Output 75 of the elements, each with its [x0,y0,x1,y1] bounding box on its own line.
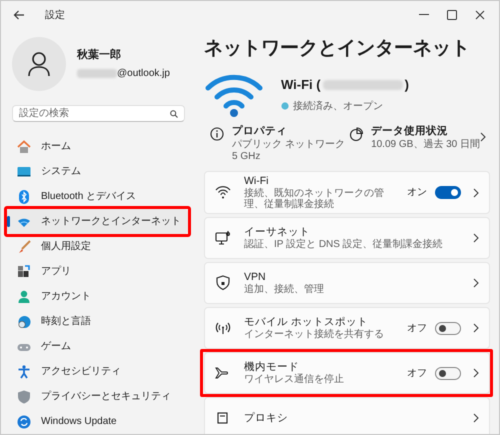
chevron-right-icon [473,323,479,334]
toggle-switch[interactable] [435,322,461,335]
profile-email: @outlook.jp [117,66,170,81]
nav-item[interactable]: 個人用設定 [7,234,188,259]
settings-card[interactable]: モバイル ホットスポット インターネット接続を共有する オフ [204,307,490,350]
nav-item[interactable]: Bluetooth とデバイス [7,184,188,209]
setting-title: VPN [244,271,267,284]
toggle-switch[interactable] [435,186,461,200]
nav-item[interactable]: アカウント [7,284,188,309]
connection-status: 接続済み、オープン [293,100,383,114]
chevron-right-icon [480,132,486,142]
search-icon [170,110,178,118]
profile-name: 秋葉一郎 [77,48,122,64]
nav-item[interactable]: システム [7,159,188,184]
setting-title: イーサネット [244,226,311,238]
info-icon [210,126,224,140]
back-arrow-icon[interactable] [13,9,25,21]
nav-item[interactable]: プライバシーとセキュリティ [7,384,188,409]
connection-name-end: ) [404,76,409,94]
nav-item[interactable]: ホーム [7,134,188,159]
person-icon [17,290,31,304]
setting-description: 認証、IP 設定と DNS 設定、従量制課金接続 [244,239,444,250]
chevron-right-icon [473,278,479,288]
page-title: ネットワークとインターネット [204,37,471,61]
house-icon [17,140,31,154]
wifi-icon [215,184,231,201]
chevron-right-icon [473,188,479,198]
sync-icon [17,414,31,428]
nav-item[interactable]: 時刻と言語 [7,309,188,334]
globe-clock-icon [17,314,31,328]
close-icon[interactable] [475,10,485,20]
search-field[interactable]: 設定の検索 [12,105,185,122]
toggle-state: オフ [407,322,427,336]
apps-grid-icon [17,264,31,278]
chevron-right-icon [473,413,479,424]
settings-card[interactable]: VPN 追加、接続、管理 [204,262,490,304]
shield-lock-icon [215,275,231,292]
pie-chart-icon [349,126,364,140]
chevron-right-icon [473,368,479,378]
nav-item[interactable]: アプリ [7,259,188,284]
setting-description: 追加、接続、管理 [244,284,325,296]
setting-title: モバイル ホットスポット [244,316,369,328]
chevron-right-icon [473,233,479,244]
toggle-state: オフ [407,366,427,381]
connection-name: Wi-Fi ( [281,76,321,94]
properties-link[interactable]: プロパティ パブリック ネットワーク 5 GHz [210,124,350,164]
nav-item[interactable]: ゲーム [7,334,188,359]
data-usage-link[interactable]: データ使用状況 10.09 GB、過去 30 日間 [349,124,490,164]
bluetooth-icon [17,190,31,204]
setting-title: プロキシ [244,412,289,425]
shield-icon [17,390,31,404]
window-title: 設定 [45,8,65,22]
monitor-plug-icon [215,230,231,246]
nav-item[interactable]: アクセシビリティ [7,359,188,384]
broadcast-icon [215,320,231,336]
setting-description: インターネット接続を共有する [244,329,385,340]
setting-title: Wi-Fi [244,175,270,188]
airplane-icon [215,365,231,382]
settings-card[interactable]: Wi-Fi 接続、既知のネットワークの管理、従量制課金接続 オン [204,171,490,214]
accessibility-person-icon [17,364,31,378]
selection-indicator [7,216,10,227]
toggle-state: オン [407,186,427,200]
setting-title: 機内モード [244,361,300,374]
nav-item[interactable]: ネットワークとインターネット [7,209,188,234]
toggle-switch[interactable] [435,366,461,380]
wifi-signal-icon [205,72,263,116]
nav-item[interactable]: Windows Update [7,409,188,434]
settings-card[interactable]: イーサネット 認証、IP 設定と DNS 設定、従量制課金接続 [204,217,490,260]
monitor-icon [17,164,31,178]
settings-card[interactable]: プロキシ [204,397,490,434]
paintbrush-icon [17,240,31,254]
maximize-icon[interactable] [447,10,457,20]
setting-description: 接続、既知のネットワークの管理、従量制課金接続 [244,188,385,210]
setting-description: ワイヤレス通信を停止 [244,374,345,386]
redacted-blur [77,68,117,78]
